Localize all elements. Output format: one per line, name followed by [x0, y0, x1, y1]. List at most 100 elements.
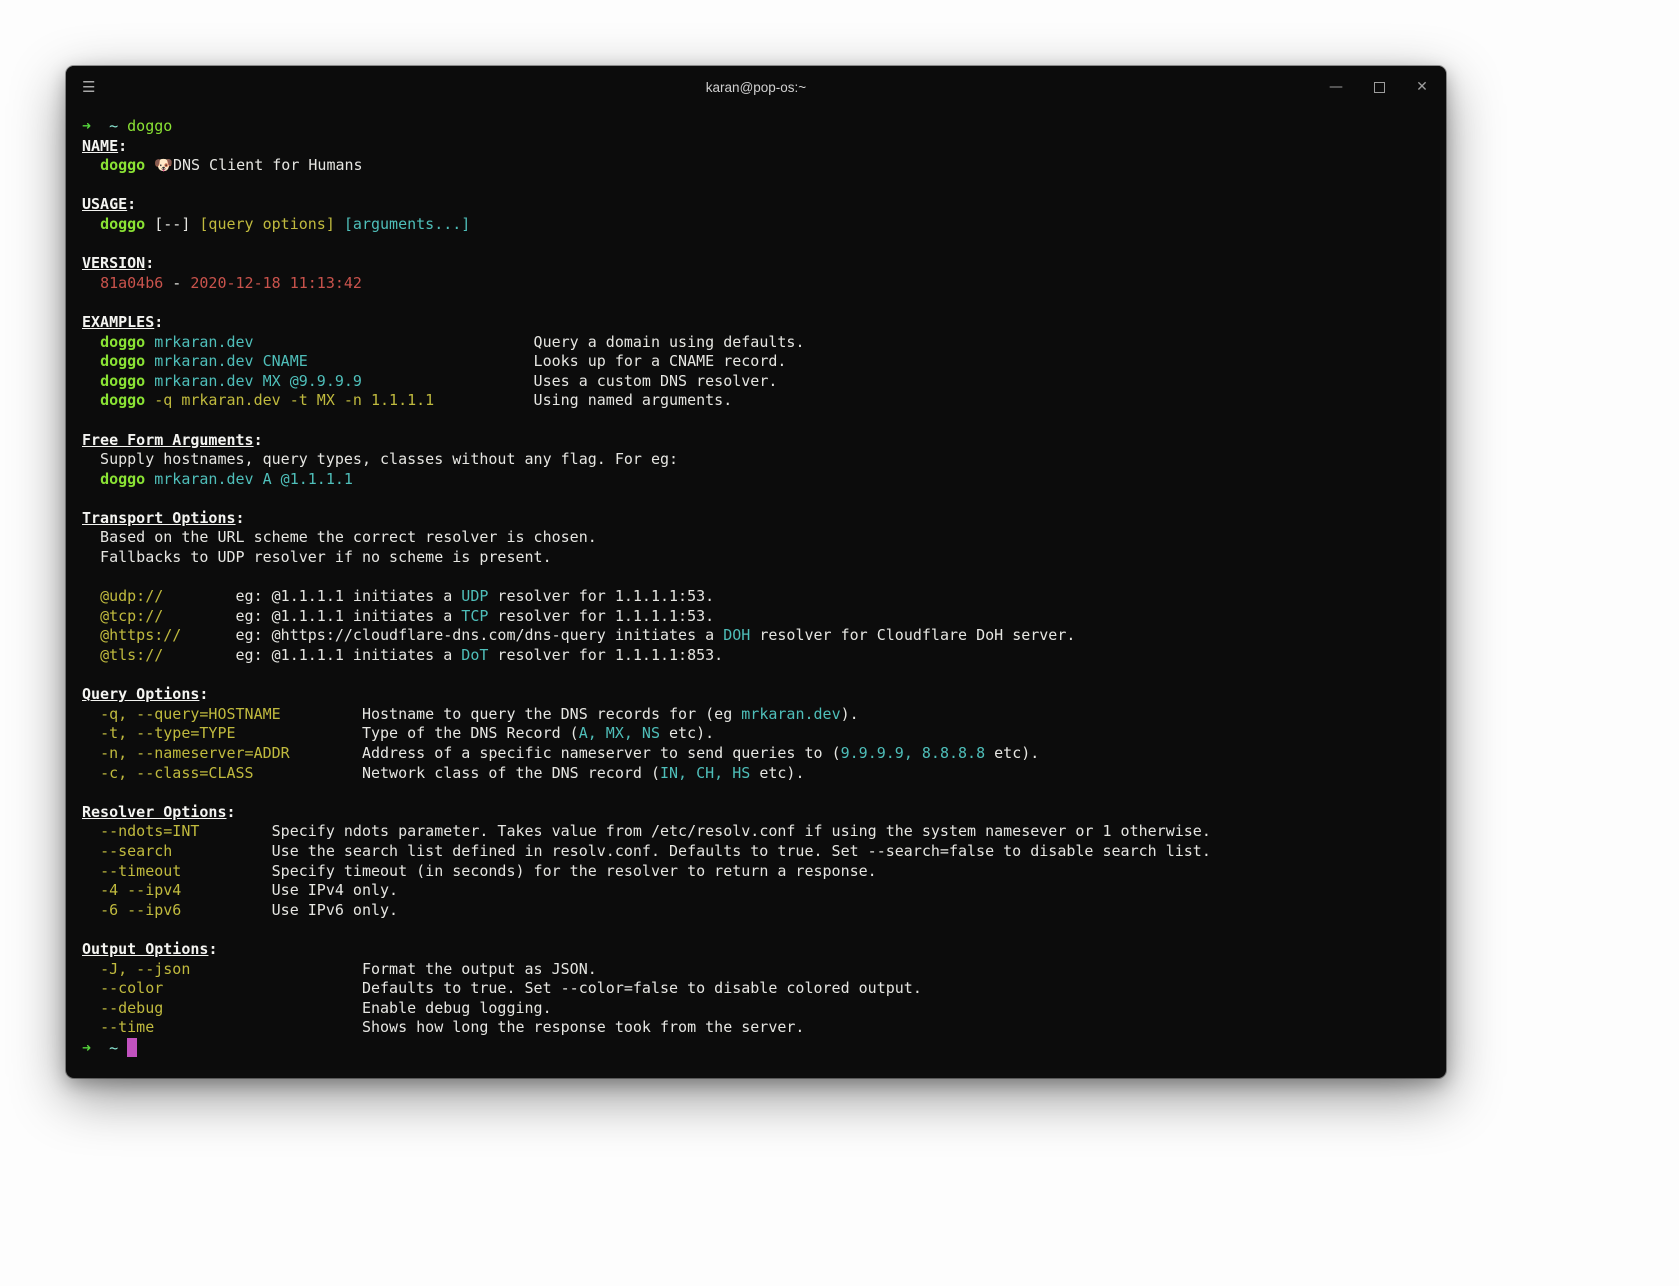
terminal-text: doggo [100, 469, 146, 488]
terminal-text: : [226, 802, 236, 821]
terminal-text: UDP [461, 587, 489, 606]
terminal-text: Type of the DNS Record ( [235, 724, 579, 743]
terminal-line: -6 --ipv6 Use IPv6 only. [82, 901, 1430, 921]
terminal-text: doggo [127, 117, 173, 135]
terminal-text: DNS Client for Humans [172, 156, 363, 175]
terminal-text: : [253, 430, 263, 449]
window-controls: — ✕ [1328, 79, 1430, 95]
terminal-line: NAME: [82, 137, 1430, 157]
terminal-text: @tls:// [100, 646, 164, 665]
terminal-text: -4 --ipv4 [100, 881, 182, 900]
terminal-text: 9.9.9.9, 8.8.8.8 [840, 744, 986, 762]
terminal-line: VERSION: [82, 254, 1430, 274]
terminal-text: Supply hostnames, query types, classes w… [82, 450, 679, 469]
close-button[interactable]: ✕ [1414, 79, 1430, 95]
terminal-text: Based on the URL scheme the correct reso… [82, 528, 597, 547]
terminal-text: doggo [100, 371, 146, 390]
terminal-line: --time Shows how long the response took … [82, 1018, 1430, 1038]
terminal-text: --time [100, 1018, 155, 1037]
terminal-text: ➜ [82, 117, 92, 135]
terminal-line: Based on the URL scheme the correct reso… [82, 528, 1430, 548]
terminal-text: [arguments...] [343, 214, 471, 233]
terminal-line: -c, --class=CLASS Network class of the D… [82, 764, 1430, 784]
terminal-text: ). [840, 704, 859, 723]
terminal-line: Resolver Options: [82, 803, 1430, 823]
terminal-text: Use IPv6 only. [181, 900, 399, 919]
terminal-text: : [199, 685, 209, 704]
terminal-text: doggo [100, 214, 146, 233]
terminal-line: doggo -q mrkaran.dev -t MX -n 1.1.1.1 Us… [82, 391, 1430, 411]
terminal-line: -t, --type=TYPE Type of the DNS Record (… [82, 724, 1430, 744]
terminal-text: @tcp:// [100, 606, 164, 625]
terminal-text: Hostname to query the DNS records for (e… [280, 704, 742, 723]
terminal-text: -c, --class=CLASS [100, 763, 254, 782]
terminal-text: -t, --type=TYPE [100, 724, 236, 743]
terminal-line: doggo [--] [query options] [arguments...… [82, 215, 1430, 235]
minimize-button[interactable]: — [1328, 79, 1344, 95]
menu-icon[interactable]: ☰ [82, 80, 95, 95]
terminal-text: eg: @1.1.1.1 initiates a [163, 606, 462, 625]
terminal-line: doggo mrkaran.dev Query a domain using d… [82, 333, 1430, 353]
terminal-text: @https:// [100, 626, 182, 645]
terminal-text: Output Options [82, 939, 209, 958]
terminal-text: -q, --query=HOSTNAME [100, 704, 281, 723]
terminal-text: --debug [100, 998, 164, 1017]
terminal-line: Fallbacks to UDP resolver if no scheme i… [82, 548, 1430, 568]
terminal-text: Transport Options [82, 508, 236, 527]
terminal-text: Defaults to true. Set --color=false to d… [163, 979, 922, 998]
titlebar[interactable]: ☰ karan@pop-os:~ — ✕ [66, 66, 1446, 108]
terminal-line: Supply hostnames, query types, classes w… [82, 450, 1430, 470]
terminal-text: EXAMPLES [82, 312, 155, 331]
block-cursor [127, 1037, 138, 1057]
maximize-button[interactable] [1371, 79, 1387, 95]
terminal-text: resolver for 1.1.1.1:853. [488, 646, 724, 665]
terminal-line: USAGE: [82, 195, 1430, 215]
terminal-line: Transport Options: [82, 509, 1430, 529]
terminal-text: --color [100, 979, 164, 998]
terminal-line: doggo mrkaran.dev MX @9.9.9.9 Uses a cus… [82, 372, 1430, 392]
terminal-text: DoT [461, 646, 489, 665]
terminal-text: mrkaran.dev [741, 704, 841, 723]
terminal-window: ☰ karan@pop-os:~ — ✕ ➜ ~ doggo NAME: dogg… [66, 66, 1446, 1078]
terminal-text: etc). [659, 724, 715, 743]
terminal-text: Looks up for a CNAME record. [307, 352, 787, 371]
terminal-text: ➜ [82, 1038, 92, 1057]
terminal-text: Shows how long the response took from th… [154, 1018, 805, 1037]
terminal-text: : [127, 195, 137, 214]
terminal-line: -J, --json Format the output as JSON. [82, 960, 1430, 980]
terminal-text: USAGE [82, 195, 128, 214]
terminal-text: -q mrkaran.dev -t MX -n 1.1.1.1 [145, 391, 435, 410]
terminal-text: Format the output as JSON. [190, 959, 597, 978]
terminal-text: mrkaran.dev MX @9.9.9.9 [145, 371, 362, 390]
terminal-line: doggo 🐶DNS Client for Humans [82, 156, 1430, 176]
terminal-line: @udp:// eg: @1.1.1.1 initiates a UDP res… [82, 587, 1430, 607]
terminal-text: VERSION [82, 254, 146, 273]
terminal-text: 81a04b6 [100, 273, 164, 292]
terminal-text: --search [100, 841, 173, 860]
terminal-text: doggo [100, 352, 146, 371]
maximize-icon [1373, 81, 1385, 93]
terminal-text: resolver for Cloudflare DoH server. [750, 626, 1076, 645]
terminal-text: Query Options [82, 685, 200, 704]
terminal-text: IN, CH, HS [659, 763, 751, 782]
